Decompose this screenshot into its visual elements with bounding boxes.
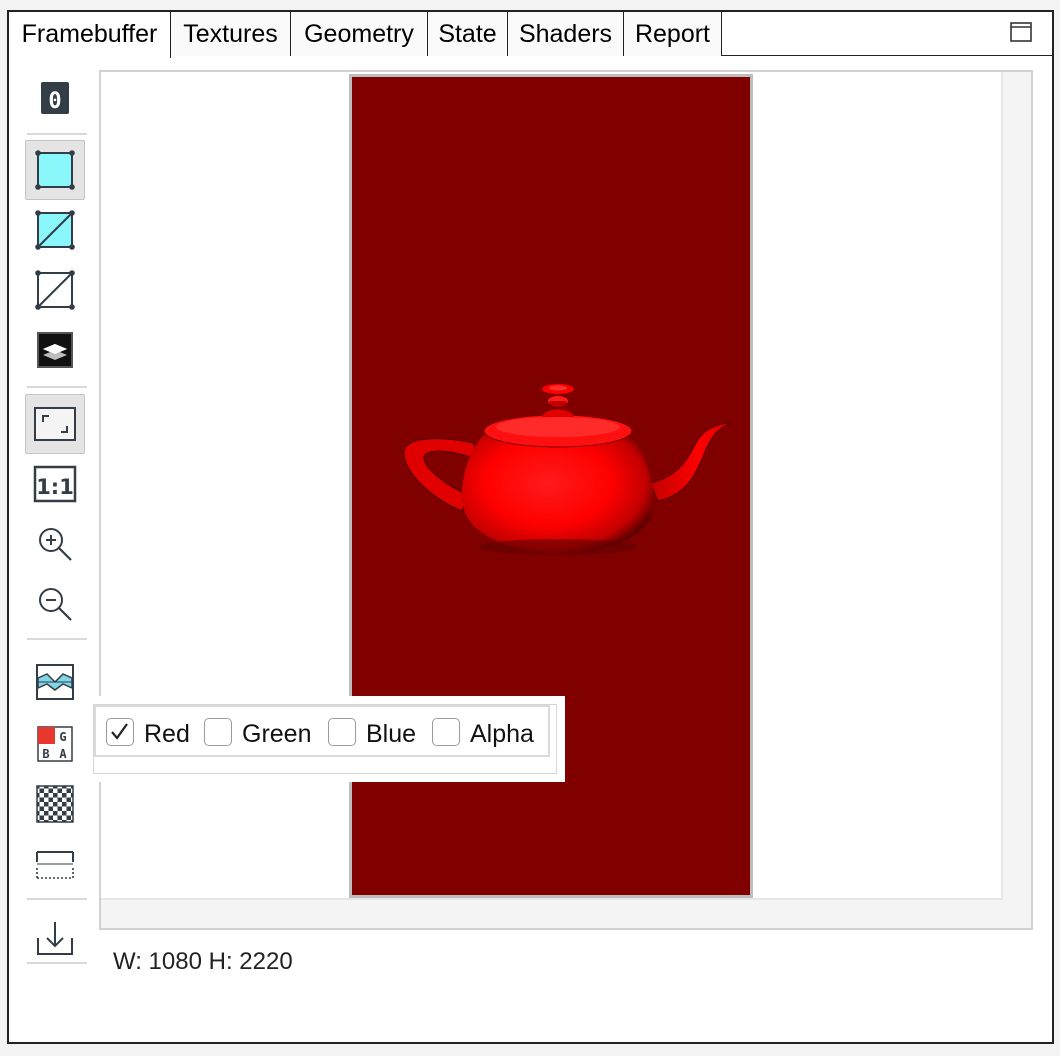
render-shaded-button[interactable] <box>25 140 85 200</box>
tab-textures[interactable]: Textures <box>171 12 291 56</box>
checkbox-box[interactable] <box>328 718 356 746</box>
svg-text:A: A <box>59 747 67 761</box>
render-overdraw-button[interactable] <box>25 320 85 380</box>
render-wireframe-icon <box>35 270 75 310</box>
checkbox-box[interactable] <box>204 718 232 746</box>
flip-vertical-icon <box>36 851 74 879</box>
channel-label: Alpha <box>470 720 534 748</box>
render-overdraw-icon <box>37 332 73 368</box>
framebuffer-toolbar: 0 1:1 G B A <box>17 68 87 968</box>
render-wireframe-button[interactable] <box>25 260 85 320</box>
histogram-icon <box>36 664 74 700</box>
zoom-in-button[interactable] <box>25 514 85 574</box>
zoom-fit-icon <box>34 407 76 441</box>
tab-framebuffer[interactable]: Framebuffer <box>9 12 171 58</box>
attachment-icon: 0 <box>41 82 69 114</box>
color-channels-button[interactable]: G B A <box>25 714 85 774</box>
framebuffer-panel: Framebuffer Textures Geometry State Shad… <box>7 10 1054 1044</box>
render-shaded-icon <box>35 150 75 190</box>
zoom-actual-button[interactable]: 1:1 <box>25 454 85 514</box>
framebuffer-dimensions: W: 1080 H: 2220 <box>113 948 293 975</box>
svg-text:G: G <box>59 730 66 744</box>
save-icon <box>37 922 73 955</box>
checkerboard-icon <box>36 785 74 823</box>
render-shaded-wireframe-button[interactable] <box>25 200 85 260</box>
toolbar-separator <box>27 386 87 388</box>
teapot-render <box>403 384 733 555</box>
channel-checkbox-group: Red Green Blue Alpha <box>94 705 550 757</box>
save-button[interactable] <box>25 908 85 968</box>
histogram-button[interactable] <box>25 652 85 712</box>
channel-blue-checkbox[interactable]: Blue <box>328 717 424 749</box>
flip-vertical-button[interactable] <box>25 834 85 894</box>
checkerboard-button[interactable] <box>25 774 85 834</box>
toolbar-separator <box>27 638 87 640</box>
framebuffer-image[interactable] <box>349 74 753 898</box>
attachment-button[interactable]: 0 <box>25 68 85 128</box>
toolbar-separator <box>27 133 87 135</box>
channel-selector: Red Green Blue Alpha <box>93 704 557 774</box>
tab-geometry[interactable]: Geometry <box>291 12 428 56</box>
viewport-area <box>101 72 1003 900</box>
color-channels-icon: G B A <box>37 726 73 762</box>
channel-alpha-checkbox[interactable]: Alpha <box>432 717 544 749</box>
checkmark-icon <box>111 723 128 740</box>
tab-bar: Framebuffer Textures Geometry State Shad… <box>9 12 1052 58</box>
tab-state[interactable]: State <box>428 12 508 56</box>
checkbox-box[interactable] <box>432 718 460 746</box>
zoom-fit-button[interactable] <box>25 394 85 454</box>
toolbar-separator <box>27 898 87 900</box>
zoom-actual-icon: 1:1 <box>33 465 77 503</box>
checkbox-box[interactable] <box>106 718 134 746</box>
svg-text:1:1: 1:1 <box>36 475 74 499</box>
channel-label: Green <box>242 720 312 748</box>
channel-label: Red <box>144 720 190 748</box>
maximize-icon[interactable] <box>1010 22 1034 44</box>
channel-label: Blue <box>366 720 417 748</box>
tab-shaders[interactable]: Shaders <box>508 12 624 56</box>
render-shaded-wireframe-icon <box>35 210 75 250</box>
svg-text:0: 0 <box>48 89 61 114</box>
framebuffer-viewport[interactable] <box>99 70 1033 930</box>
svg-text:B: B <box>42 747 49 761</box>
zoom-out-button[interactable] <box>25 574 85 634</box>
tab-report[interactable]: Report <box>624 12 722 56</box>
toolbar-separator <box>27 962 87 964</box>
zoom-in-icon <box>39 528 72 561</box>
channel-green-checkbox[interactable]: Green <box>204 717 324 749</box>
channel-red-checkbox[interactable]: Red <box>106 717 196 749</box>
zoom-out-icon <box>39 588 72 621</box>
